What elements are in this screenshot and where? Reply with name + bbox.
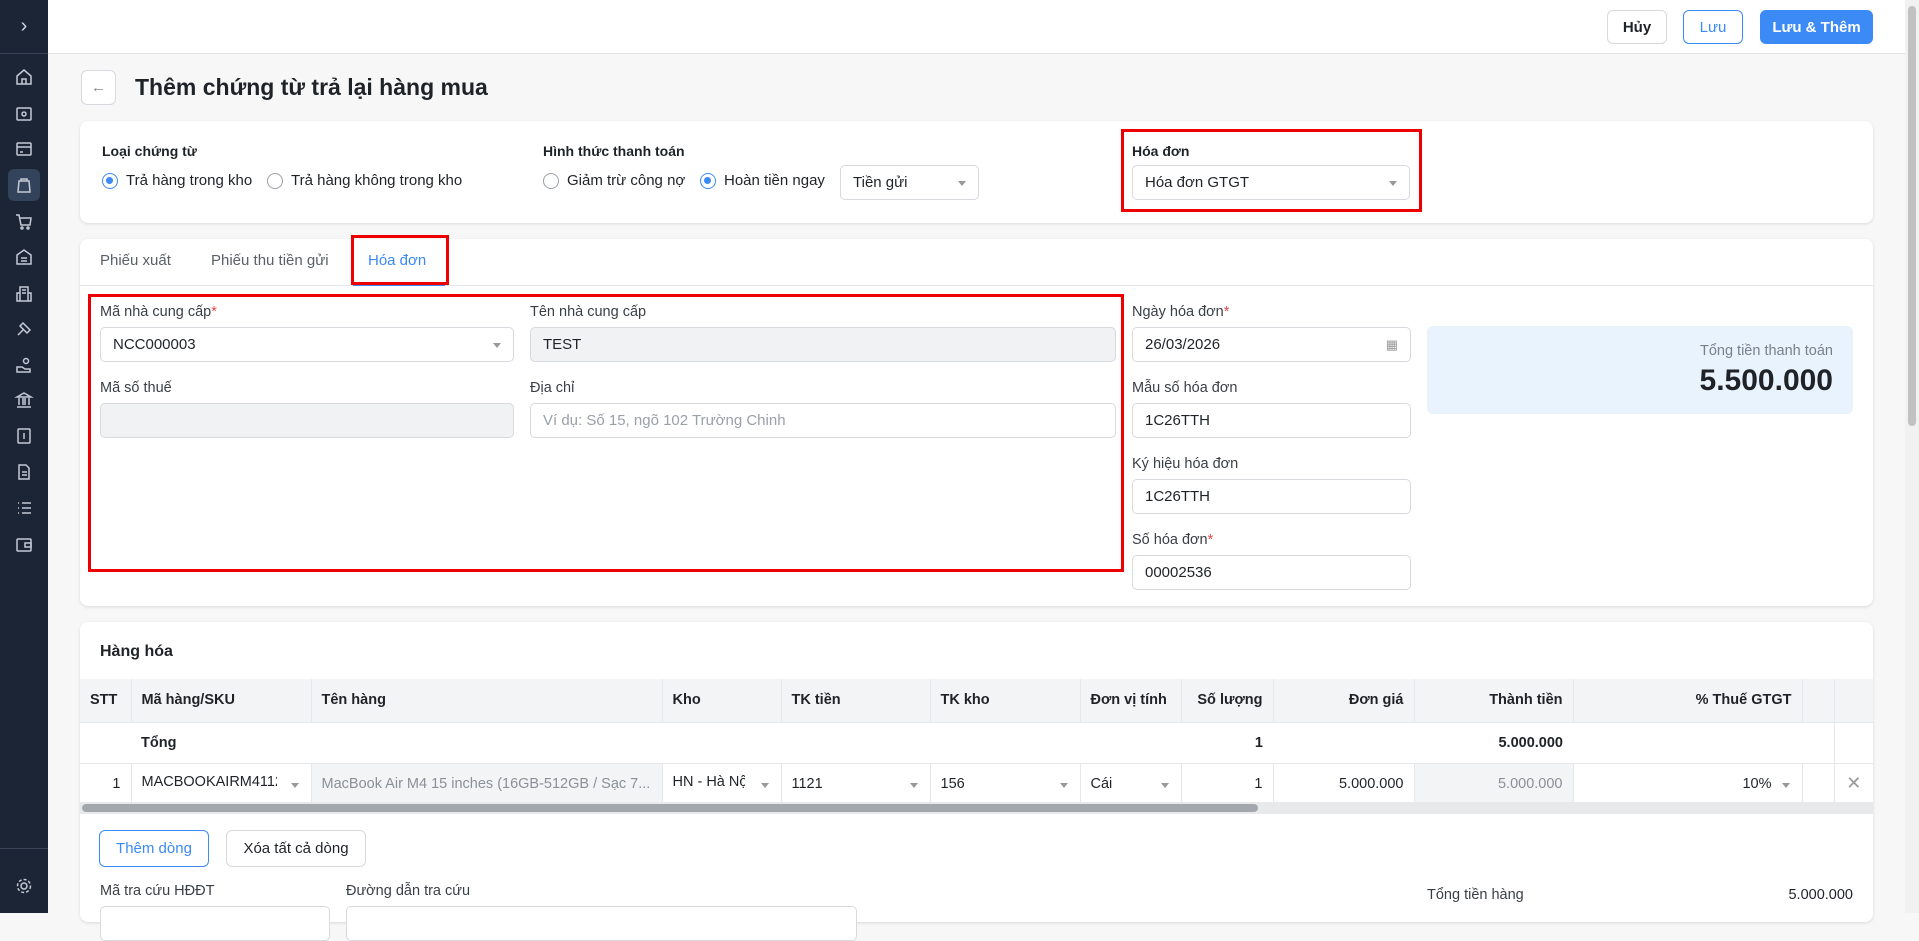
invoice-number-input[interactable]: 00002536 [1132, 555, 1411, 590]
card-icon[interactable] [8, 133, 40, 165]
lookup-url-label: Đường dẫn tra cứu [346, 883, 471, 899]
building-icon[interactable] [8, 278, 40, 310]
sidebar: › [0, 0, 48, 913]
column-header: Thành tiền [1413, 679, 1573, 722]
document-icon[interactable] [8, 456, 40, 488]
shopping-bag-icon[interactable] [8, 169, 40, 201]
chevron-down-icon [958, 180, 966, 186]
sku-select[interactable]: MACBOOKAIRM4112 [130, 762, 311, 804]
unit-select[interactable]: Cái [1079, 762, 1181, 804]
highlight-box [351, 235, 449, 285]
warehouse-select[interactable]: HN - Hà Nội [661, 762, 781, 804]
home-icon[interactable] [8, 61, 40, 93]
payment-method-select[interactable]: Tiền gửi [840, 165, 979, 200]
lookup-code-input[interactable] [100, 906, 330, 941]
goods-table: STT Mã hàng/SKU Tên hàng Kho TK tiền TK … [80, 679, 1873, 804]
save-and-add-button[interactable]: Lưu & Thêm [1760, 10, 1873, 44]
wallet-icon[interactable] [8, 529, 40, 561]
arrow-left-icon: ← [91, 79, 106, 96]
tools-icon[interactable] [8, 313, 40, 345]
highlight-box [88, 294, 1124, 572]
stock-account-select[interactable]: 156 [929, 762, 1080, 804]
lookup-code-label: Mã tra cứu HĐĐT [100, 883, 215, 899]
total-payment-box: Tổng tiền thanh toán 5.500.000 [1427, 326, 1853, 414]
subtotal-value: 5.000.000 [1788, 887, 1853, 903]
highlight-box [1121, 129, 1422, 212]
back-button[interactable]: ← [81, 70, 116, 105]
template-input[interactable]: 1C26TTH [1132, 403, 1411, 438]
radio-instant-refund[interactable]: Hoàn tiền ngay [700, 172, 825, 189]
top-toolbar: Hủy Lưu Lưu & Thêm [48, 0, 1905, 54]
radio-return-in-stock[interactable]: Trả hàng trong kho [102, 172, 252, 189]
column-header: % Thuế GTGT [1572, 679, 1802, 722]
cart-icon[interactable] [8, 206, 40, 238]
column-header: Tên hàng [310, 679, 662, 722]
cancel-button[interactable]: Hủy [1607, 10, 1667, 44]
column-header: Đơn giá [1272, 679, 1414, 722]
column-header: Mã hàng/SKU [130, 679, 311, 722]
cash-account-select[interactable]: 1121 [780, 762, 930, 804]
invoice-number-label: Số hóa đơn* [1132, 532, 1214, 548]
expand-sidebar-button[interactable]: › [0, 0, 48, 54]
invoice-date-label: Ngày hóa đơn* [1132, 304, 1230, 320]
symbol-input[interactable]: 1C26TTH [1132, 479, 1411, 514]
add-row-button[interactable]: Thêm dòng [99, 830, 209, 867]
tab-deposit-receipt[interactable]: Phiếu thu tiền gửi [211, 252, 329, 269]
column-header: Kho [661, 679, 781, 722]
clear-all-rows-button[interactable]: Xóa tất cả dòng [226, 830, 366, 867]
radio-return-not-in-stock[interactable]: Trả hàng không trong kho [267, 172, 462, 189]
save-button[interactable]: Lưu [1683, 10, 1743, 44]
goods-title: Hàng hóa [100, 643, 173, 660]
radio-debt-deduction[interactable]: Giảm trừ công nợ [543, 172, 685, 189]
subtotal-label: Tổng tiền hàng [1427, 887, 1524, 903]
quantity-input[interactable]: 1 [1180, 762, 1273, 804]
vat-select[interactable]: 10% [1572, 762, 1802, 804]
calendar-icon: ▦ [1385, 336, 1398, 352]
hand-coins-icon[interactable] [8, 349, 40, 381]
warehouse-icon[interactable] [8, 241, 40, 273]
column-header: Số lượng [1180, 679, 1273, 722]
column-header: Đơn vị tính [1079, 679, 1181, 722]
list-icon[interactable] [8, 492, 40, 524]
product-name: MacBook Air M4 15 inches (16GB-512GB / S… [310, 762, 662, 804]
amount-field: 5.000.000 [1413, 762, 1573, 804]
gear-icon[interactable] [8, 870, 40, 902]
page-title: Thêm chứng từ trả lại hàng mua [135, 74, 488, 100]
lookup-url-input[interactable] [346, 906, 857, 941]
column-header: TK kho [929, 679, 1080, 722]
payment-label: Hình thức thanh toán [543, 143, 685, 159]
total-row: Tổng 1 5.000.000 [80, 721, 1873, 763]
column-header: TK tiền [780, 679, 930, 722]
delete-row-icon[interactable]: ✕ [1833, 762, 1873, 804]
total-payment-value: 5.500.000 [1699, 364, 1833, 397]
tab-delivery-note[interactable]: Phiếu xuất [100, 252, 171, 269]
page-scrollbar[interactable] [1905, 0, 1919, 913]
doc-type-label: Loại chứng từ [102, 143, 197, 159]
table-row: 1 MACBOOKAIRM4112 MacBook Air M4 15 inch… [80, 762, 1873, 804]
invoice-date-input[interactable]: 26/03/2026 ▦ [1132, 327, 1411, 362]
price-input[interactable]: 5.000.000 [1272, 762, 1414, 804]
column-header: STT [80, 679, 131, 722]
bank-icon[interactable] [8, 384, 40, 416]
total-payment-label: Tổng tiền thanh toán [1699, 343, 1833, 359]
invoice-dollar-icon[interactable] [8, 420, 40, 452]
cash-register-icon[interactable] [8, 98, 40, 130]
table-horizontal-scrollbar[interactable] [80, 802, 1873, 814]
symbol-label: Ký hiệu hóa đơn [1132, 456, 1239, 472]
template-label: Mẫu số hóa đơn [1132, 380, 1238, 396]
